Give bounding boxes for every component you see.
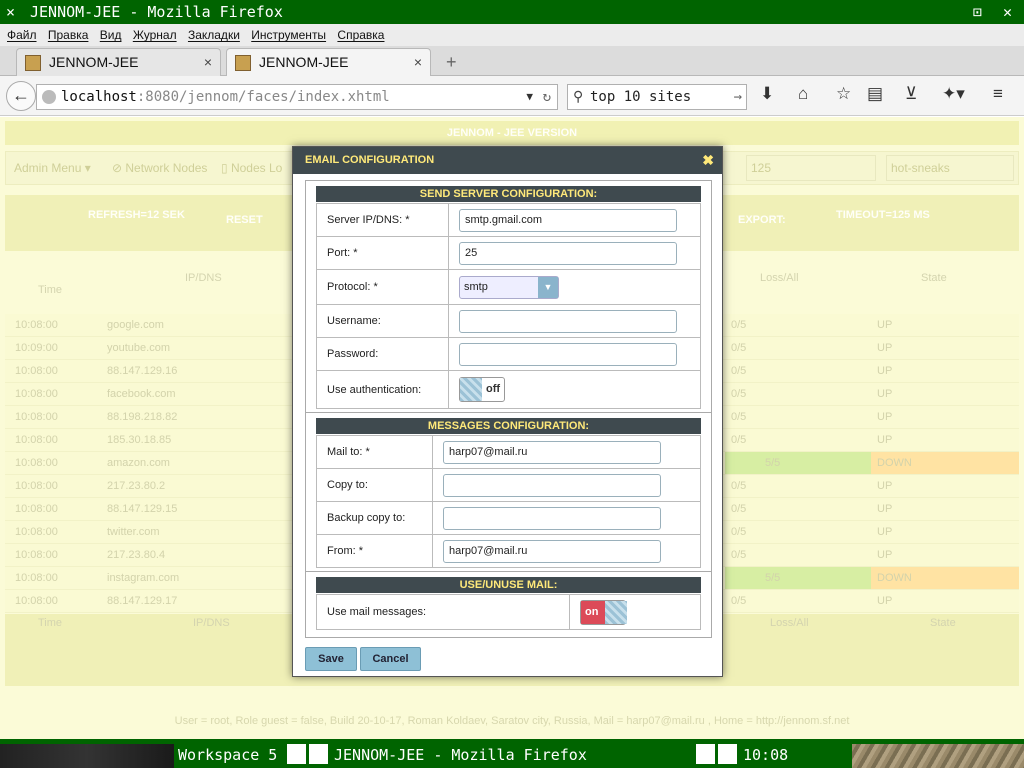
tray-box-1[interactable] xyxy=(696,744,715,764)
copyto-field[interactable] xyxy=(443,473,661,497)
workspace-pager-2[interactable] xyxy=(309,744,328,764)
usemail-toggle-state: on xyxy=(585,605,599,618)
divider xyxy=(306,412,711,413)
desktop-taskbar: Workspace 5 JENNOM-JEE - Mozilla Firefox… xyxy=(0,739,1024,768)
backup-field[interactable] xyxy=(443,506,661,530)
close-icon[interactable]: ✖ xyxy=(702,147,714,174)
send-server-section-title: SEND SERVER CONFIGURATION: xyxy=(316,186,701,202)
password-field[interactable] xyxy=(459,342,677,366)
dialog-header: EMAIL CONFIGURATION ✖ xyxy=(293,147,722,174)
tray-box-2[interactable] xyxy=(718,744,737,764)
workspace-pager-1[interactable] xyxy=(287,744,306,764)
url-bar[interactable]: localhost:8080/jennom/faces/index.xhtml … xyxy=(36,84,558,110)
search-bar[interactable]: ⚲ top 10 sites → xyxy=(567,84,747,110)
messages-table: Mail to: * harp07@mail.ru Copy to: Backu… xyxy=(316,435,701,568)
chevron-down-icon[interactable]: ▼ xyxy=(538,276,558,298)
backup-label: Backup copy to: xyxy=(316,501,433,535)
addon-icon[interactable]: ✦▾ xyxy=(942,84,965,104)
divider xyxy=(306,571,711,572)
dialog-panel: SEND SERVER CONFIGURATION: Server IP/DNS… xyxy=(305,180,712,638)
favicon-icon xyxy=(235,55,251,71)
home-icon[interactable]: ⌂ xyxy=(798,84,808,104)
from-field[interactable]: harp07@mail.ru xyxy=(443,539,661,563)
globe-icon xyxy=(42,90,56,104)
protocol-value: smtp xyxy=(464,280,488,293)
reading-list-icon[interactable]: ▤ xyxy=(867,84,883,104)
menu-history[interactable]: Журнал xyxy=(133,28,177,42)
auth-toggle-state: off xyxy=(486,383,501,395)
use-mail-section-title: USE/UNUSE MAIL: xyxy=(316,577,701,593)
url-path: :8080/jennom/faces/index.xhtml xyxy=(136,89,390,105)
download-arrow-icon[interactable]: ⬇ xyxy=(760,84,774,104)
toggle-handle xyxy=(605,600,627,624)
tab-close-icon[interactable]: × xyxy=(414,49,422,75)
mailto-label: Mail to: * xyxy=(316,435,433,469)
send-server-table: Server IP/DNS: * smtp.gmail.com Port: * … xyxy=(316,203,701,409)
clock: 10:08 xyxy=(743,746,789,764)
workspace-label[interactable]: Workspace 5 xyxy=(178,741,277,770)
usemail-label: Use mail messages: xyxy=(316,594,570,630)
bookmark-star-icon[interactable]: ☆ xyxy=(836,84,851,104)
wallpaper-thumbnail xyxy=(0,744,174,768)
username-label: Username: xyxy=(316,304,449,338)
menu-view[interactable]: Вид xyxy=(100,28,122,42)
tab-label: JENNOM-JEE xyxy=(259,54,349,70)
protocol-select[interactable]: smtp ▼ xyxy=(459,275,559,299)
favicon-icon xyxy=(25,55,41,71)
pocket-icon[interactable]: ⊻ xyxy=(905,84,917,104)
menu-file[interactable]: Файл xyxy=(7,28,37,42)
tab-label: JENNOM-JEE xyxy=(49,54,139,70)
email-config-dialog: EMAIL CONFIGURATION ✖ SEND SERVER CONFIG… xyxy=(292,146,723,677)
nav-bar: ← localhost:8080/jennom/faces/index.xhtm… xyxy=(0,76,1024,116)
taskbar-window-title[interactable]: JENNOM-JEE - Mozilla Firefox xyxy=(334,741,587,770)
username-field[interactable] xyxy=(459,309,677,333)
protocol-label: Protocol: * xyxy=(316,269,449,305)
cancel-button[interactable]: Cancel xyxy=(360,647,421,671)
server-label: Server IP/DNS: * xyxy=(316,203,449,237)
messages-section-title: MESSAGES CONFIGURATION: xyxy=(316,418,701,434)
window-titlebar: ⨯ JENNOM-JEE - Mozilla Firefox ⊡ ✕ xyxy=(0,0,1024,24)
mailto-field[interactable]: harp07@mail.ru xyxy=(443,440,661,464)
window-menu-icon[interactable]: ⨯ xyxy=(6,0,15,24)
window-controls-icon[interactable]: ⊡ ✕ xyxy=(973,0,1018,24)
toggle-handle xyxy=(460,378,482,401)
back-button[interactable]: ← xyxy=(6,81,36,111)
tab-bar: JENNOM-JEE × JENNOM-JEE × xyxy=(0,46,1024,76)
auth-label: Use authentication: xyxy=(316,370,449,409)
dialog-title: EMAIL CONFIGURATION xyxy=(305,154,435,166)
search-go-icon[interactable]: → xyxy=(734,85,742,109)
menu-help[interactable]: Справка xyxy=(337,28,384,42)
server-field[interactable]: smtp.gmail.com xyxy=(459,208,677,232)
search-icon: ⚲ xyxy=(573,89,584,105)
menu-bookmarks[interactable]: Закладки xyxy=(188,28,240,42)
hamburger-menu-icon[interactable]: ≡ xyxy=(993,84,1003,104)
tab-close-icon[interactable]: × xyxy=(204,49,212,75)
url-host: localhost xyxy=(61,89,137,105)
search-input[interactable]: top 10 sites xyxy=(590,89,691,105)
copyto-label: Copy to: xyxy=(316,468,433,502)
port-label: Port: * xyxy=(316,236,449,270)
reload-icon[interactable]: ↻ xyxy=(543,85,551,109)
window-title: JENNOM-JEE - Mozilla Firefox xyxy=(30,3,283,21)
auth-toggle[interactable]: off xyxy=(459,377,505,402)
menubar: Файл Правка Вид Журнал Закладки Инструме… xyxy=(0,24,1024,46)
url-dropdown-icon[interactable]: ▼ xyxy=(526,85,533,109)
port-field[interactable]: 25 xyxy=(459,241,677,265)
tab-1[interactable]: JENNOM-JEE × xyxy=(16,48,221,76)
usemail-toggle[interactable]: on xyxy=(580,599,627,625)
save-button[interactable]: Save xyxy=(305,647,357,671)
from-label: From: * xyxy=(316,534,433,568)
menu-edit[interactable]: Правка xyxy=(48,28,89,42)
wallpaper-thumbnail xyxy=(852,744,1024,768)
use-mail-table: Use mail messages: on xyxy=(316,594,701,630)
new-tab-icon[interactable]: + xyxy=(446,52,457,73)
menu-tools[interactable]: Инструменты xyxy=(251,28,326,42)
password-label: Password: xyxy=(316,337,449,371)
tab-2[interactable]: JENNOM-JEE × xyxy=(226,48,431,76)
